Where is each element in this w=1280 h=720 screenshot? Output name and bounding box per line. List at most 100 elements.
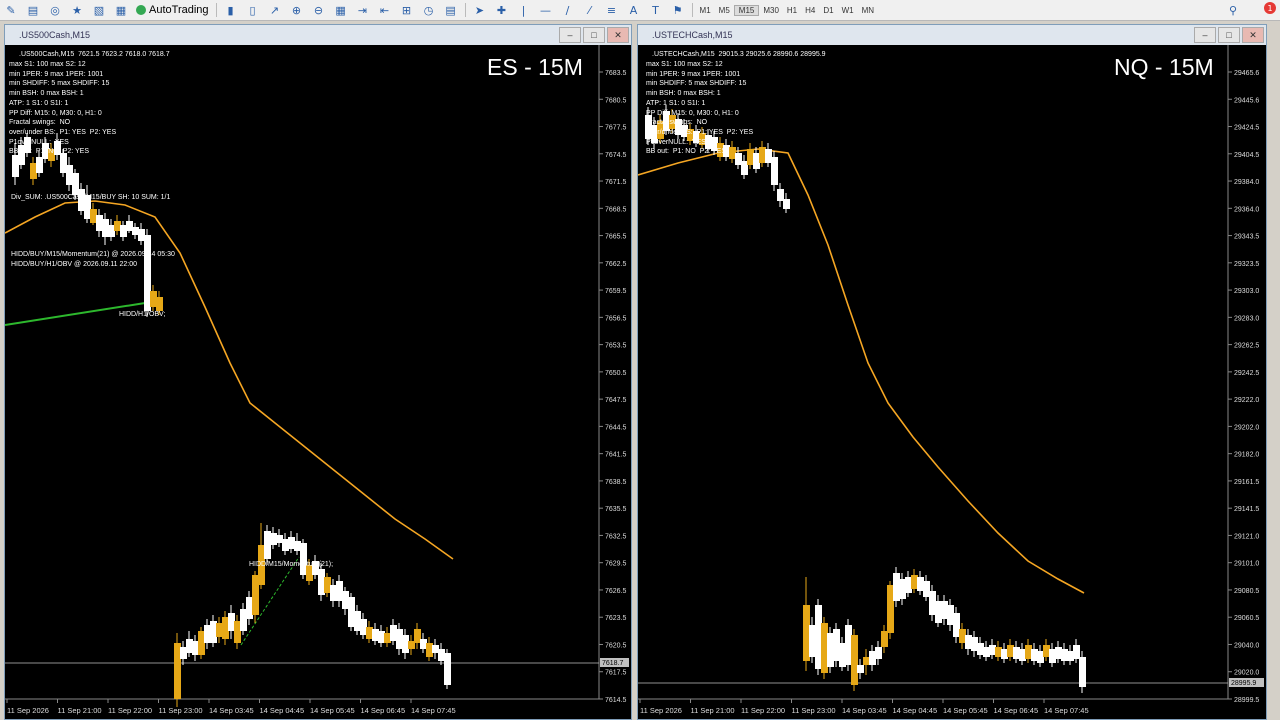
vertical-line-icon[interactable]: | [515, 2, 533, 18]
market-watch-icon[interactable]: ◎ [46, 2, 64, 18]
candle-body [228, 613, 235, 631]
timeframe-d1[interactable]: D1 [819, 6, 837, 15]
indicator-setting-line: max S1: 100 max S2: 12 [646, 61, 723, 68]
minimize-button[interactable]: – [559, 27, 581, 43]
indicator-setting-line: min BSH: 0 max BSH: 1 [646, 90, 721, 98]
horizontal-line-icon[interactable]: — [537, 2, 555, 18]
arrows-icon[interactable]: ⚑ [669, 2, 687, 18]
time-tick-label: 11 Sep 21:00 [58, 706, 102, 715]
indicator-setting-line: PP Diff: M15: 0, M30: 0, H1: 0 [9, 109, 102, 117]
price-tick-label: 7677.5 [605, 125, 627, 132]
timeframe-m30[interactable]: M30 [759, 6, 783, 15]
timeframe-w1[interactable]: W1 [838, 6, 858, 15]
candle-body [917, 577, 924, 591]
price-tick-label: 7674.5 [605, 152, 627, 159]
candle-body [36, 157, 43, 173]
candle-body [851, 635, 858, 685]
indicators-icon[interactable]: ⊞ [398, 2, 416, 18]
candle-body [120, 225, 127, 237]
candle-body [342, 591, 349, 609]
candle-body [845, 625, 852, 665]
candle-body [102, 219, 109, 237]
timeframe-m1[interactable]: M1 [696, 6, 715, 15]
candle-body [372, 629, 379, 641]
new-order-icon[interactable]: ✎ [2, 2, 20, 18]
notification-badge[interactable]: 1 [1264, 2, 1276, 14]
navigator-icon[interactable]: ★ [68, 2, 86, 18]
price-tick-label: 7650.5 [605, 370, 627, 377]
tile-windows-icon[interactable]: ▦ [332, 2, 350, 18]
maximize-button[interactable]: □ [1218, 27, 1240, 43]
candle-body [959, 629, 966, 643]
indicator-settings: max S1: 100 max S2: 12 min 1PER: 9 max 1P… [646, 60, 753, 157]
text-icon[interactable]: A [625, 2, 643, 18]
chart-shift-icon[interactable]: ⇤ [376, 2, 394, 18]
candle-body [821, 623, 828, 673]
price-tick-label: 29222.0 [1234, 397, 1259, 404]
zoom-in-icon[interactable]: ⊕ [288, 2, 306, 18]
search-icon[interactable]: ⚲ [1224, 2, 1242, 18]
time-tick-label: 11 Sep 22:00 [108, 706, 152, 715]
time-tick-label: 11 Sep 2026 [7, 706, 49, 715]
crosshair-icon[interactable]: ✚ [493, 2, 511, 18]
text-label-icon[interactable]: T [647, 2, 665, 18]
candle-body [324, 577, 331, 593]
candle-body [1031, 649, 1038, 661]
current-price-label: 7618.7 [602, 660, 624, 667]
line-chart-icon[interactable]: ↗ [266, 2, 284, 18]
timeframe-m5[interactable]: M5 [715, 6, 734, 15]
cursor-icon[interactable]: ➤ [471, 2, 489, 18]
channel-icon[interactable]: ⁄ [581, 2, 599, 18]
candle-body [815, 605, 822, 669]
timeframe-mn[interactable]: MN [858, 6, 878, 15]
candle-body [204, 625, 211, 643]
candle-body [390, 625, 397, 641]
candle-body [1067, 651, 1074, 661]
candle-body [282, 539, 289, 551]
candle-body [905, 577, 912, 593]
candle-body [90, 209, 97, 223]
time-tick-label: 11 Sep 22:00 [741, 706, 785, 715]
candle-body [833, 629, 840, 661]
candlestick-icon[interactable]: ▯ [244, 2, 262, 18]
timeframe-m15[interactable]: M15 [733, 4, 760, 16]
minimize-button[interactable]: – [1194, 27, 1216, 43]
periods-icon[interactable]: ◷ [420, 2, 438, 18]
time-tick-label: 14 Sep 03:45 [209, 706, 254, 715]
bar-chart-icon[interactable]: ▮ [222, 2, 240, 18]
chart-window-titlebar: .US500Cash,M15 – □ ✕ [5, 25, 631, 45]
time-tick-label: 11 Sep 2026 [640, 706, 682, 715]
candle-body [108, 225, 115, 237]
maximize-button[interactable]: □ [583, 27, 605, 43]
hidd-obv-label: HIDD/H1/OBV; [119, 311, 166, 318]
candle-body [126, 221, 133, 231]
candle-body [240, 609, 247, 631]
fibonacci-icon[interactable]: ≡ [603, 2, 621, 18]
candle-body [198, 631, 205, 655]
autoscroll-icon[interactable]: ⇥ [354, 2, 372, 18]
price-tick-label: 29060.5 [1234, 615, 1259, 622]
indicator-setting-line: PP Diff: M15: 0, M30: 0, H1: 0 [646, 109, 739, 117]
templates-icon[interactable]: ▤ [442, 2, 460, 18]
candle-body [741, 161, 748, 175]
profiles-icon[interactable]: ▤ [24, 2, 42, 18]
price-tick-label: 29262.5 [1234, 343, 1259, 350]
candle-body [354, 611, 361, 631]
tester-icon[interactable]: ▦ [112, 2, 130, 18]
candle-body [929, 591, 936, 615]
price-tick-label: 29283.0 [1234, 315, 1259, 322]
toolbar-divider [215, 3, 217, 17]
indicator-setting-line: P1overNULL: YES [646, 138, 706, 146]
close-button[interactable]: ✕ [607, 27, 629, 43]
timeframe-h1[interactable]: H1 [783, 6, 801, 15]
zoom-out-icon[interactable]: ⊖ [310, 2, 328, 18]
price-tick-label: 7653.5 [605, 343, 627, 350]
close-button[interactable]: ✕ [1242, 27, 1264, 43]
trendline-icon[interactable]: ∕ [559, 2, 577, 18]
candle-body [857, 665, 864, 673]
price-tick-label: 29101.0 [1234, 561, 1259, 568]
price-tick-label: 7629.5 [605, 561, 627, 568]
autotrading-button[interactable]: AutoTrading [132, 2, 213, 18]
terminal-icon[interactable]: ▧ [90, 2, 108, 18]
timeframe-h4[interactable]: H4 [801, 6, 819, 15]
